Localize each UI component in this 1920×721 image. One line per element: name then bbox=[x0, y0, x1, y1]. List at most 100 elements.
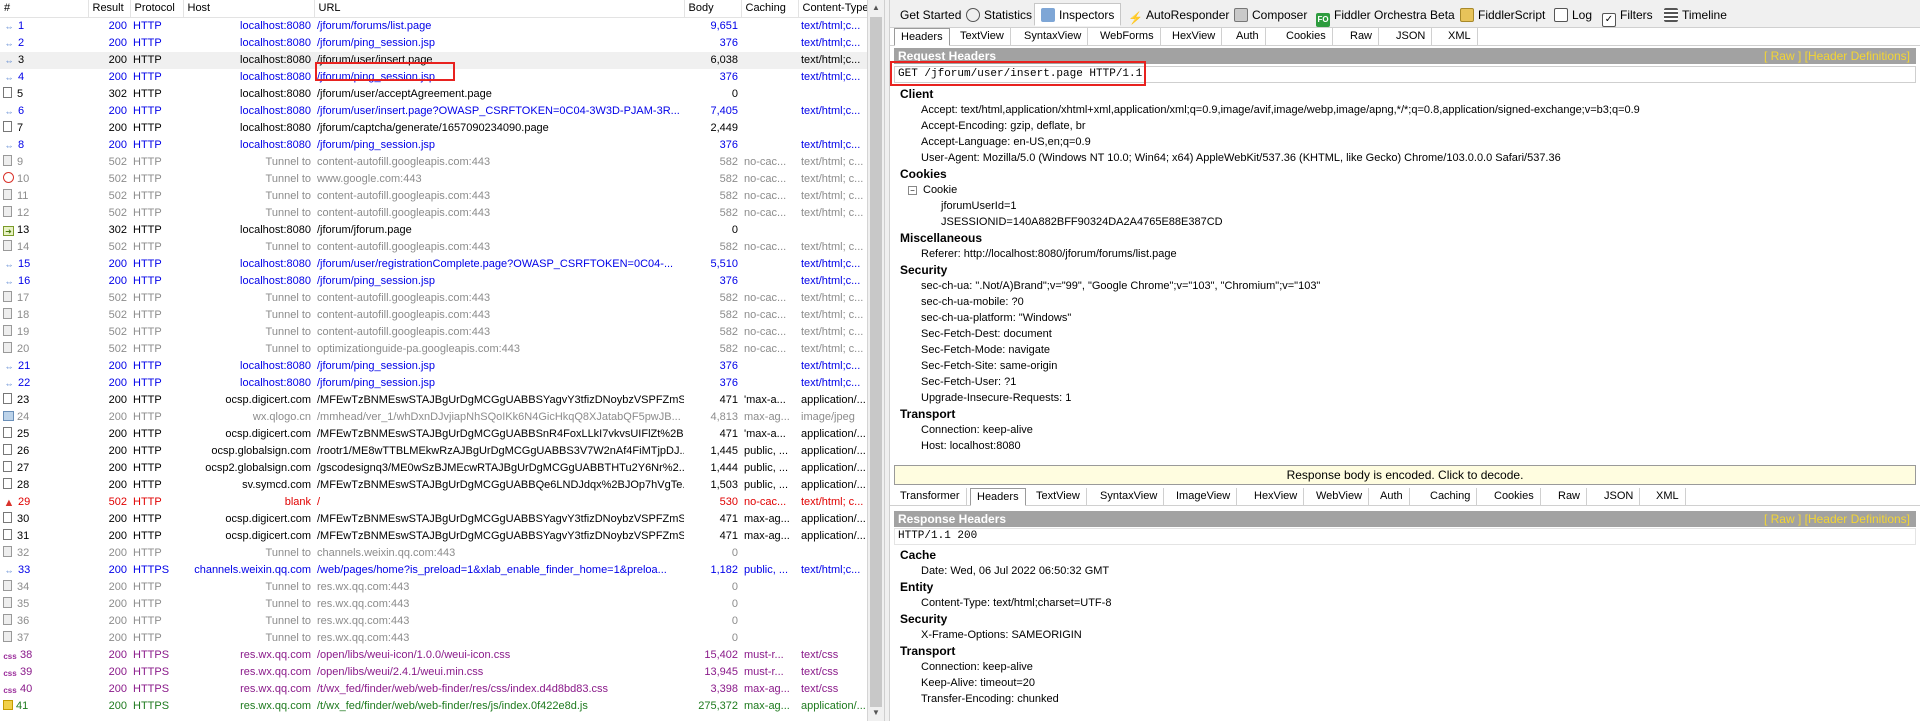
session-result: 200 bbox=[108, 682, 127, 695]
session-row[interactable]: 30 200 HTTP ocsp.digicert.com/MFEwTzBNMEswS… bbox=[0, 511, 867, 528]
tab-inspectors[interactable]: Inspectors bbox=[1034, 3, 1122, 26]
session-row[interactable]: 9 502 HTTP Tunnel to content-autofill.google… bbox=[0, 154, 867, 171]
resp-tab-xml[interactable]: XML bbox=[1650, 488, 1686, 506]
session-row[interactable]: css 39 200 HTTPS res.wx.qq.com/open/libs/weu… bbox=[0, 664, 867, 681]
req-tab-textview[interactable]: TextView bbox=[954, 28, 1011, 46]
session-row[interactable]: ⇔ 1 200 HTTP localhost:8080/jforum/forums/li… bbox=[0, 17, 867, 35]
session-row[interactable]: 7 200 HTTP localhost:8080/jforum/captcha/ge… bbox=[0, 120, 867, 137]
resp-tab-hexview[interactable]: HexView bbox=[1248, 488, 1305, 506]
col-header-number[interactable]: # bbox=[0, 0, 89, 18]
tab-get-started[interactable]: Get Started bbox=[894, 4, 967, 27]
session-row[interactable]: ⇔ 8 200 HTTP localhost:8080/jforum/ping_sess… bbox=[0, 137, 867, 154]
session-row[interactable]: 14 502 HTTP Tunnel to content-autofill.googl… bbox=[0, 239, 867, 256]
req-tab-auth[interactable]: Auth bbox=[1230, 28, 1266, 46]
session-caching bbox=[741, 35, 798, 52]
session-row[interactable]: ⇔ 6 200 HTTP localhost:8080/jforum/user/inse… bbox=[0, 103, 867, 120]
session-row[interactable]: ⇔ 21 200 HTTP localhost:8080/jforum/ping_ses… bbox=[0, 358, 867, 375]
req-tab-webforms[interactable]: WebForms bbox=[1094, 28, 1161, 46]
session-row[interactable]: 35 200 HTTP Tunnel to res.wx.qq.com:443 0 bbox=[0, 596, 867, 613]
session-row[interactable]: ▲ 29 502 HTTP blank / 530 no-cac... text/html; c… bbox=[0, 494, 867, 511]
session-result: 200 bbox=[108, 631, 127, 644]
session-row[interactable]: 17 502 HTTP Tunnel to content-autofill.googl… bbox=[0, 290, 867, 307]
req-tab-xml[interactable]: XML bbox=[1442, 28, 1478, 46]
session-row[interactable]: 10 502 HTTP Tunnel to www.google.com:443 582 n… bbox=[0, 171, 867, 188]
session-row[interactable]: 41 200 HTTPS res.wx.qq.com/t/wx_fed/finder/… bbox=[0, 698, 867, 715]
session-row[interactable]: 37 200 HTTP Tunnel to res.wx.qq.com:443 0 bbox=[0, 630, 867, 647]
session-row[interactable]: 25 200 HTTP ocsp.digicert.com/MFEwTzBNMEswS… bbox=[0, 426, 867, 443]
tab-filters[interactable]: ✓ Filters bbox=[1596, 4, 1659, 27]
session-row[interactable]: 11 502 HTTP Tunnel to content-autofill.googl… bbox=[0, 188, 867, 205]
col-header-protocol[interactable]: Protocol bbox=[130, 0, 184, 18]
session-row[interactable]: 5 302 HTTP localhost:8080/jforum/user/accep… bbox=[0, 86, 867, 103]
session-row[interactable]: 32 200 HTTP Tunnel to channels.weixin.qq.com… bbox=[0, 545, 867, 562]
req-tab-syntaxview[interactable]: SyntaxView bbox=[1018, 28, 1089, 46]
session-row[interactable]: 18 502 HTTP Tunnel to content-autofill.googl… bbox=[0, 307, 867, 324]
session-row[interactable]: 20 502 HTTP Tunnel to optimizationguide-pa.g… bbox=[0, 341, 867, 358]
session-row[interactable]: 23 200 HTTP ocsp.digicert.com/MFEwTzBNMEswS… bbox=[0, 392, 867, 409]
col-header-url[interactable]: URL bbox=[314, 0, 685, 18]
tab-fiddler-orchestra[interactable]: FO Fiddler Orchestra Beta bbox=[1310, 4, 1461, 27]
header-links[interactable]: [ Raw ] [Header Definitions] bbox=[1764, 48, 1910, 64]
session-content-type: text/html; c... bbox=[801, 206, 864, 219]
session-host: localhost:8080 bbox=[240, 121, 311, 134]
req-tab-cookies[interactable]: Cookies bbox=[1280, 28, 1333, 46]
resp-tab-caching[interactable]: Caching bbox=[1424, 488, 1478, 506]
session-row[interactable]: 34 200 HTTP Tunnel to res.wx.qq.com:443 0 bbox=[0, 579, 867, 596]
session-row[interactable]: 19 502 HTTP Tunnel to content-autofill.googl… bbox=[0, 324, 867, 341]
scroll-thumb[interactable] bbox=[870, 17, 882, 707]
resp-tab-webview[interactable]: WebView bbox=[1310, 488, 1370, 506]
header-links[interactable]: [ Raw ] [Header Definitions] bbox=[1764, 511, 1910, 527]
session-caching: public, ... bbox=[744, 444, 789, 457]
resp-tab-textview[interactable]: TextView bbox=[1030, 488, 1087, 506]
decode-body-banner[interactable]: Response body is encoded. Click to decod… bbox=[894, 465, 1916, 485]
collapse-icon[interactable]: − bbox=[908, 186, 917, 195]
tab-statistics[interactable]: Statistics bbox=[960, 4, 1038, 27]
tab-autoresponder[interactable]: ⚡ AutoResponder bbox=[1122, 4, 1235, 27]
resp-tab-auth[interactable]: Auth bbox=[1374, 488, 1410, 506]
tab-log[interactable]: Log bbox=[1548, 4, 1598, 27]
session-row[interactable]: ⇔ 15 200 HTTP localhost:8080/jforum/user/reg… bbox=[0, 256, 867, 273]
session-row[interactable]: ⇔ 16 200 HTTP localhost:8080/jforum/ping_ses… bbox=[0, 273, 867, 290]
session-row[interactable]: 24 200 HTTP wx.qlogo.cn/mmhead/ver_1/whDxnD… bbox=[0, 409, 867, 426]
col-header-result[interactable]: Result bbox=[88, 0, 131, 18]
session-row[interactable]: 27 200 HTTP ocsp2.globalsign.com/gscodesign… bbox=[0, 460, 867, 477]
req-tab-headers[interactable]: Headers bbox=[894, 28, 950, 46]
resp-tab-headers[interactable]: Headers bbox=[970, 488, 1026, 506]
col-header-caching[interactable]: Caching bbox=[741, 0, 799, 18]
session-row[interactable]: 26 200 HTTP ocsp.globalsign.com/rootr1/ME8w… bbox=[0, 443, 867, 460]
session-row[interactable]: css 40 200 HTTPS res.wx.qq.com/t/wx_fed/find… bbox=[0, 681, 867, 698]
cookie-node[interactable]: − Cookie bbox=[894, 182, 1916, 198]
req-tab-json[interactable]: JSON bbox=[1390, 28, 1433, 46]
resp-tab-imageview[interactable]: ImageView bbox=[1170, 488, 1238, 506]
sessions-scrollbar[interactable]: ▲ ▼ bbox=[867, 0, 884, 721]
req-tab-raw[interactable]: Raw bbox=[1344, 28, 1380, 46]
tab-composer[interactable]: Composer bbox=[1228, 4, 1313, 27]
resp-tab-cookies[interactable]: Cookies bbox=[1488, 488, 1541, 506]
col-header-content-type[interactable]: Content-Type bbox=[798, 0, 867, 18]
resp-tab-syntaxview[interactable]: SyntaxView bbox=[1094, 488, 1165, 506]
req-tab-hexview[interactable]: HexView bbox=[1166, 28, 1223, 46]
resp-tab-json[interactable]: JSON bbox=[1598, 488, 1641, 506]
session-protocol: HTTP bbox=[133, 189, 162, 202]
session-row[interactable]: ⇔ 3 200 HTTP localhost:8080/jforum/user/inse… bbox=[0, 51, 867, 69]
session-row[interactable]: 28 200 HTTP sv.symcd.com/MFEwTzBNMEswSTAJBg… bbox=[0, 477, 867, 494]
session-row[interactable]: ⇔ 4 200 HTTP localhost:8080/jforum/ping_sess… bbox=[0, 69, 867, 86]
tab-fiddlerscript[interactable]: FiddlerScript bbox=[1454, 4, 1551, 27]
session-row[interactable]: ⇔ 2 200 HTTP localhost:8080/jforum/ping_sess… bbox=[0, 35, 867, 52]
session-row[interactable]: ➜ 13 302 HTTP localhost:8080/jforum/jforum.p… bbox=[0, 222, 867, 239]
session-row[interactable]: css 38 200 HTTPS res.wx.qq.com/open/libs/weu… bbox=[0, 647, 867, 664]
session-row[interactable]: ⇔ 33 200 HTTPS channels.weixin.qq.com/web/pa… bbox=[0, 562, 867, 579]
request-line: GET /jforum/user/insert.page HTTP/1.1 bbox=[894, 66, 1916, 83]
tab-timeline[interactable]: Timeline bbox=[1658, 4, 1733, 27]
resp-tab-raw[interactable]: Raw bbox=[1552, 488, 1588, 506]
resp-tab-transformer[interactable]: Transformer bbox=[894, 488, 967, 506]
scroll-up-icon[interactable]: ▲ bbox=[868, 0, 884, 16]
session-result: 502 bbox=[108, 172, 127, 185]
session-row[interactable]: 36 200 HTTP Tunnel to res.wx.qq.com:443 0 bbox=[0, 613, 867, 630]
scroll-down-icon[interactable]: ▼ bbox=[868, 705, 884, 721]
session-row[interactable]: 31 200 HTTP ocsp.digicert.com/MFEwTzBNMEswS… bbox=[0, 528, 867, 545]
session-row[interactable]: 12 502 HTTP Tunnel to content-autofill.googl… bbox=[0, 205, 867, 222]
col-header-body[interactable]: Body bbox=[684, 0, 742, 18]
session-row[interactable]: ⇔ 22 200 HTTP localhost:8080/jforum/ping_ses… bbox=[0, 375, 867, 392]
col-header-host[interactable]: Host bbox=[183, 0, 315, 18]
